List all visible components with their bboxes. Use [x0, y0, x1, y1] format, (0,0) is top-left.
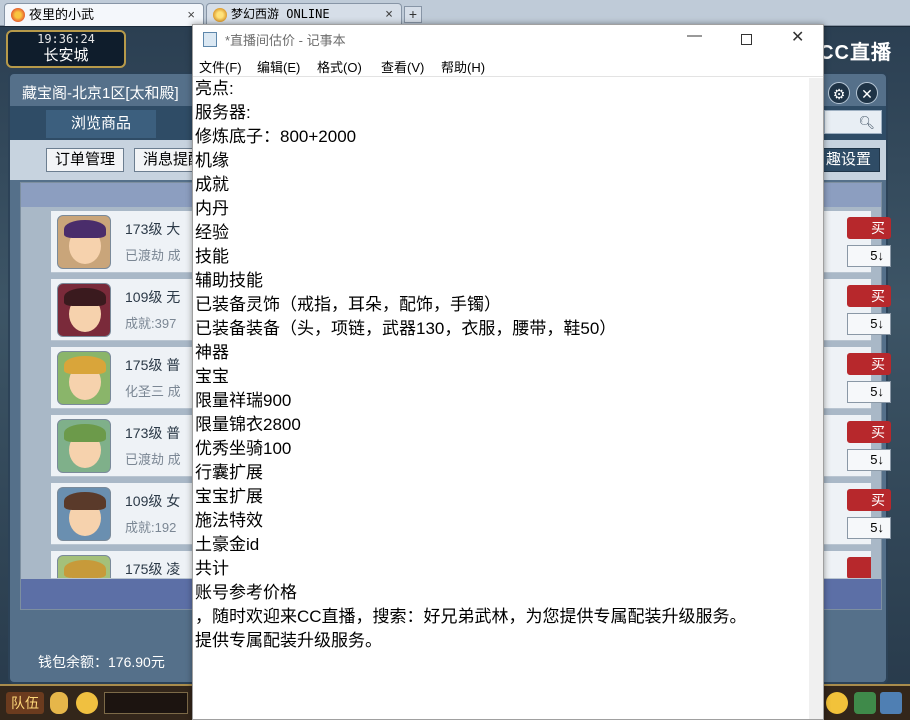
city-name: 长安城	[43, 47, 89, 64]
vertical-scrollbar[interactable]	[809, 78, 823, 719]
item-level: 173级 大	[125, 221, 181, 237]
cc-live-watermark: CC直播	[819, 42, 892, 64]
text-line: 成就	[195, 175, 229, 194]
pet-icon[interactable]	[854, 692, 876, 714]
item-status: 已渡劫 成	[125, 452, 181, 467]
sort-button[interactable]: 5↓	[847, 449, 891, 471]
menu-help[interactable]: 帮助(H)	[441, 57, 485, 76]
text-line: 提供专属配装升级服务。	[195, 631, 382, 650]
notepad-icon	[203, 32, 217, 47]
buy-button[interactable]: 买	[847, 557, 871, 578]
item-status: 已渡劫 成	[125, 248, 181, 263]
window-title: *直播间估价 - 记事本	[225, 33, 346, 48]
game-logo-icon	[213, 8, 227, 22]
text-line: 已装备灵饰（戒指，耳朵，配饰，手镯）	[195, 295, 501, 314]
notepad-window: *直播间估价 - 记事本 — ✕ 文件(F) 编辑(E) 格式(O) 查看(V)…	[192, 24, 824, 720]
sort-button[interactable]: 5↓	[847, 245, 891, 267]
item-level: 175级 普	[125, 357, 181, 373]
maximize-button[interactable]	[741, 34, 752, 45]
menu-view[interactable]: 查看(V)	[381, 57, 424, 76]
sort-button[interactable]: 5↓	[847, 517, 891, 539]
new-tab-button[interactable]: +	[404, 6, 422, 23]
buy-button[interactable]: 买	[847, 421, 891, 443]
avatar	[57, 487, 111, 541]
avatar	[57, 419, 111, 473]
wallet-balance: 钱包余额：176.90元	[38, 654, 165, 670]
text-line: 限量祥瑞900	[195, 391, 292, 410]
chat-bubble-icon[interactable]	[76, 692, 98, 714]
team-button[interactable]: 队伍	[6, 692, 44, 714]
menu-format[interactable]: 格式(O)	[317, 57, 362, 76]
text-line: 账号参考价格	[195, 583, 297, 602]
buy-button[interactable]: 买	[847, 217, 891, 239]
item-level: 109级 女	[125, 493, 181, 509]
game-clock: 19:36:24 长安城	[6, 30, 126, 68]
tab-title: 夜里的小武	[29, 7, 95, 22]
item-status: 化圣三 成	[125, 384, 181, 399]
notepad-titlebar[interactable]: *直播间估价 - 记事本 — ✕	[193, 25, 823, 54]
text-editor[interactable]: 亮点: 服务器: 修炼底子：800+2000 机缘 成就 内丹 经验 技能 辅助…	[193, 78, 809, 719]
sort-button[interactable]: 5↓	[847, 381, 891, 403]
microphone-icon[interactable]	[50, 692, 68, 714]
browser-tab-active[interactable]: 夜里的小武 ×	[4, 3, 204, 26]
avatar	[57, 351, 111, 405]
menu-edit[interactable]: 编辑(E)	[257, 57, 300, 76]
text-line: 服务器:	[195, 103, 251, 122]
minimize-button[interactable]: —	[687, 27, 702, 44]
panel-title: 藏宝阁-北京1区[太和殿]	[22, 85, 179, 102]
text-line: 修炼底子：800+2000	[195, 127, 357, 146]
close-button[interactable]: ✕	[791, 27, 804, 47]
tab-browse-goods[interactable]: 浏览商品	[46, 110, 156, 138]
text-line: 亮点:	[195, 79, 234, 98]
text-line: 优秀坐骑100	[195, 439, 292, 458]
menu-file[interactable]: 文件(F)	[199, 57, 242, 76]
computer-icon[interactable]	[880, 692, 902, 714]
item-level: 175级 凌	[125, 561, 181, 577]
text-line: 神器	[195, 343, 229, 362]
text-line: 土豪金id	[195, 535, 260, 554]
text-line: 技能	[195, 247, 229, 266]
text-line: 内丹	[195, 199, 229, 218]
tab-title: 梦幻西游 ONLINE	[231, 7, 330, 21]
text-line: 共计	[195, 559, 229, 578]
search-input[interactable]: 🔍︎	[824, 110, 882, 134]
buy-button[interactable]: 买	[847, 489, 891, 511]
buy-button[interactable]: 买	[847, 285, 891, 307]
search-icon[interactable]: 🔍︎	[858, 115, 875, 131]
tab-close-icon[interactable]: ×	[187, 4, 195, 25]
text-line: 已装备装备（头，项链，武器130，衣服，腰带，鞋50）	[195, 319, 617, 338]
avatar	[57, 215, 111, 269]
browser-tab-game[interactable]: 梦幻西游 ONLINE ×	[206, 3, 402, 26]
text-line: 机缘	[195, 151, 229, 170]
gear-icon[interactable]: ⚙	[828, 82, 850, 104]
browser-tab-strip: 夜里的小武 × 梦幻西游 ONLINE × +	[0, 0, 910, 26]
item-level: 173级 普	[125, 425, 181, 441]
text-line: 宝宝扩展	[195, 487, 263, 506]
close-icon[interactable]: ✕	[856, 82, 878, 104]
chat-input[interactable]	[104, 692, 188, 714]
menu-bar: 文件(F) 编辑(E) 格式(O) 查看(V) 帮助(H)	[193, 54, 823, 77]
item-status: 成就:192	[125, 520, 177, 535]
sort-button[interactable]: 5↓	[847, 313, 891, 335]
avatar	[57, 283, 111, 337]
text-line: 施法特效	[195, 511, 263, 530]
text-line: 辅助技能	[195, 271, 263, 290]
avatar	[57, 555, 111, 578]
item-level: 109级 无	[125, 289, 181, 305]
order-management-button[interactable]: 订单管理	[46, 148, 125, 172]
buy-button[interactable]: 买	[847, 353, 891, 375]
tab-close-icon[interactable]: ×	[385, 4, 393, 25]
clock-time: 19:36:24	[37, 32, 95, 46]
text-line: 行囊扩展	[195, 463, 263, 482]
interest-settings-button[interactable]: 趣设置	[816, 148, 880, 172]
text-line: ，随时欢迎来CC直播，搜索：好兄弟武林，为您提供专属配装升级服务。	[195, 607, 747, 626]
emote-icon[interactable]	[826, 692, 848, 714]
text-line: 限量锦衣2800	[195, 415, 301, 434]
app-logo-icon	[11, 8, 25, 22]
item-status: 成就:397	[125, 316, 177, 331]
text-line: 宝宝	[195, 367, 229, 386]
text-line: 经验	[195, 223, 229, 242]
